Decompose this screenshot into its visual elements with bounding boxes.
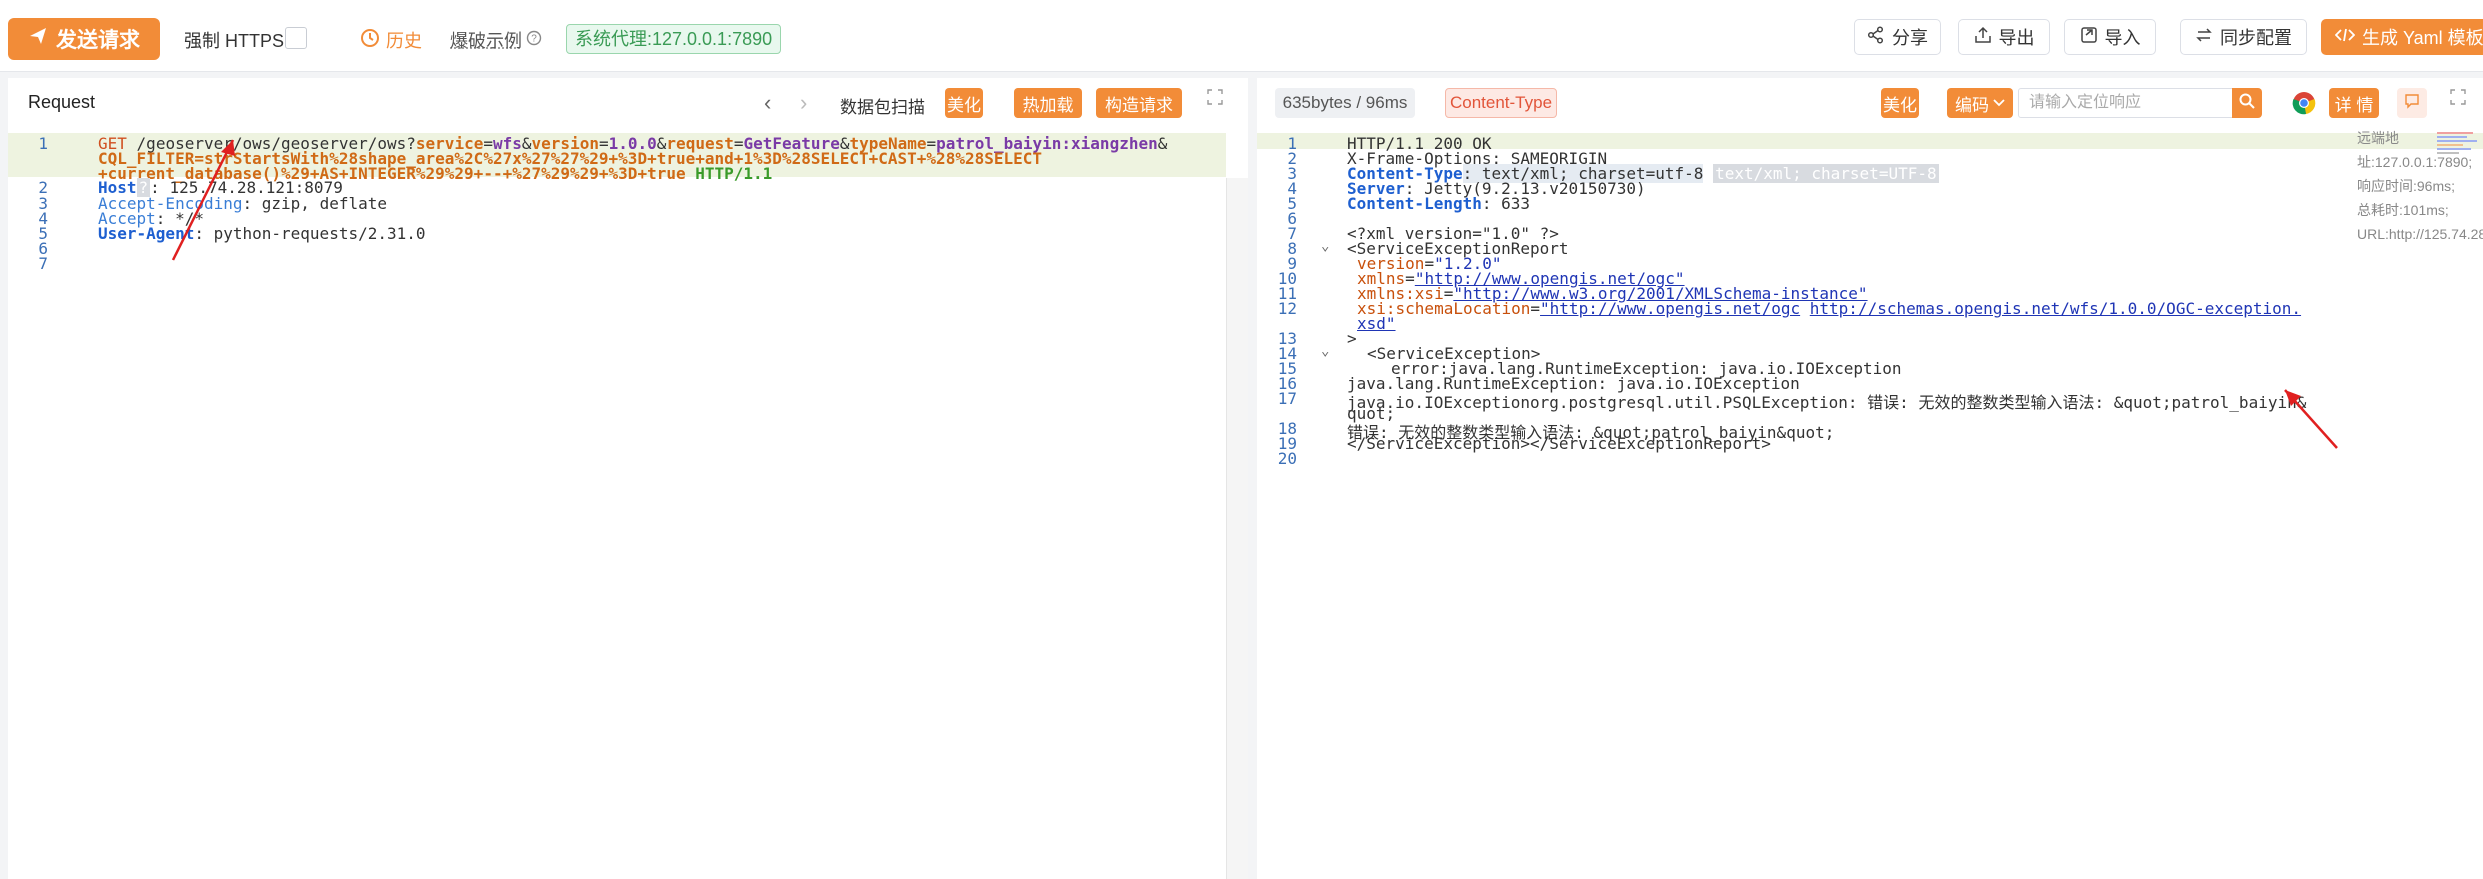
send-request-button[interactable]: 发送请求 bbox=[8, 18, 160, 60]
response-search-input[interactable]: 请输入定位响应 bbox=[2018, 88, 2240, 118]
import-icon bbox=[2080, 26, 2098, 49]
line-number: 20 bbox=[1277, 449, 1297, 468]
request-panel: Request ‹ › 数据包扫描 美化 热加载 构造请求 1 2 3 4 5 … bbox=[8, 78, 1248, 879]
chevron-left-icon[interactable]: ‹ bbox=[764, 90, 771, 116]
xml-attr-value[interactable]: http://schemas.opengis.net/wfs/1.0.0/OGC… bbox=[1810, 299, 2301, 318]
line-number: 17 bbox=[1277, 389, 1297, 408]
packet-scan-button[interactable]: 数据包扫描 bbox=[840, 93, 925, 118]
annotation-arrow bbox=[171, 139, 235, 261]
encoding-label: 编码 bbox=[1955, 95, 1989, 115]
response-panel-header: 635bytes / 96ms Content-Type 美化 编码 请输入定位… bbox=[1257, 78, 2483, 128]
search-icon bbox=[2239, 93, 2255, 114]
line-number: 12 bbox=[1277, 299, 1297, 318]
chevron-right-icon[interactable]: › bbox=[800, 90, 807, 116]
clock-icon bbox=[360, 28, 380, 53]
line-number: 7 bbox=[38, 254, 48, 273]
build-request-button[interactable]: 构造请求 bbox=[1096, 88, 1182, 118]
generate-yaml-label: 生成 Yaml 模板 bbox=[2362, 28, 2483, 48]
response-line-content-length: Content-Length: 633 bbox=[1347, 194, 1530, 213]
export-label: 导出 bbox=[1998, 28, 2035, 48]
examples-link[interactable]: 爆破示例 ? bbox=[450, 27, 542, 53]
force-https-label: 强制 HTTPS bbox=[184, 31, 285, 51]
chevron-down-icon bbox=[1993, 93, 2005, 113]
top-toolbar: 发送请求 强制 HTTPS 历史 爆破示例 ? 系统代理:127.0.0.1:7… bbox=[0, 0, 2483, 72]
response-viewer[interactable]: 远端地址:127.0.0.1:7890; 响应时间:96ms; 总耗时:101m… bbox=[1257, 128, 2483, 879]
header-value: : gzip, deflate bbox=[242, 194, 388, 213]
encoding-dropdown[interactable]: 编码 bbox=[1947, 88, 2013, 118]
xml-attr-line: xsi:schemaLocation="http://www.opengis.n… bbox=[1357, 299, 2302, 318]
line-number: 1 bbox=[38, 134, 48, 153]
sync-config-label: 同步配置 bbox=[2220, 28, 2292, 48]
header-value: : 633 bbox=[1481, 194, 1531, 213]
minimap bbox=[2437, 132, 2477, 154]
expand-response-icon[interactable] bbox=[2449, 88, 2467, 111]
send-icon bbox=[28, 26, 48, 52]
comment-icon bbox=[2404, 93, 2420, 114]
content-type-badge[interactable]: Content-Type bbox=[1445, 88, 1557, 118]
comment-button[interactable] bbox=[2397, 88, 2427, 118]
beautify-response-button[interactable]: 美化 bbox=[1881, 88, 1919, 118]
xml-attr-value[interactable]: "http://www.opengis.net/ogc bbox=[1540, 299, 1800, 318]
fold-chevron-icon[interactable]: ⌄ bbox=[1321, 238, 1329, 254]
xml-root-close-bracket: > bbox=[1347, 329, 1357, 348]
detail-button[interactable]: 详 情 bbox=[2329, 88, 2379, 118]
annotation-arrow bbox=[2284, 389, 2338, 449]
response-panel: 635bytes / 96ms Content-Type 美化 编码 请输入定位… bbox=[1257, 78, 2483, 879]
content-type-hint: text/xml; charset=UTF-8 bbox=[1713, 164, 1939, 183]
beautify-request-button[interactable]: 美化 bbox=[945, 88, 983, 118]
sync-config-button[interactable]: 同步配置 bbox=[2180, 19, 2307, 55]
help-circle-icon: ? bbox=[526, 30, 542, 51]
hot-load-button[interactable]: 热加载 bbox=[1014, 88, 1082, 118]
history-link[interactable]: 历史 bbox=[360, 27, 422, 53]
request-title: Request bbox=[28, 92, 96, 112]
import-button[interactable]: 导入 bbox=[2064, 19, 2156, 55]
chrome-icon[interactable] bbox=[2292, 91, 2316, 120]
request-editor[interactable]: 1 2 3 4 5 6 7 GET /geoserver/ows/geoserv… bbox=[8, 128, 1248, 879]
expand-icon[interactable] bbox=[1206, 88, 1224, 111]
share-icon bbox=[1867, 25, 1885, 49]
header-key: Content-Length bbox=[1347, 194, 1482, 213]
request-scrollbar[interactable] bbox=[1226, 178, 1248, 879]
export-icon bbox=[1974, 26, 1992, 49]
response-size-badge: 635bytes / 96ms bbox=[1275, 88, 1415, 118]
xml-root-close: </ServiceException></ServiceExceptionRep… bbox=[1347, 434, 1771, 453]
xml-attr-value-cont[interactable]: xsd" bbox=[1357, 314, 1396, 333]
force-https-checkbox[interactable] bbox=[285, 27, 307, 49]
code-icon bbox=[2334, 27, 2356, 48]
examples-label: 爆破示例 bbox=[450, 31, 522, 51]
history-label: 历史 bbox=[386, 31, 422, 51]
send-request-label: 发送请求 bbox=[56, 29, 140, 52]
import-label: 导入 bbox=[2104, 28, 2141, 48]
sync-icon bbox=[2195, 26, 2213, 49]
share-button[interactable]: 分享 bbox=[1854, 19, 1941, 55]
request-line-user-agent: User-Agent: python-requests/2.31.0 bbox=[98, 224, 426, 243]
proxy-badge: 系统代理:127.0.0.1:7890 bbox=[566, 24, 782, 54]
share-label: 分享 bbox=[1892, 28, 1928, 48]
search-button[interactable] bbox=[2232, 88, 2262, 118]
generate-yaml-button[interactable]: 生成 Yaml 模板 bbox=[2321, 19, 2483, 55]
request-panel-header: Request ‹ › 数据包扫描 美化 热加载 构造请求 bbox=[8, 78, 1248, 128]
fold-chevron-icon[interactable]: ⌄ bbox=[1321, 343, 1329, 359]
svg-text:?: ? bbox=[531, 33, 537, 44]
export-button[interactable]: 导出 bbox=[1958, 19, 2050, 55]
xml-error-line: java.io.IOExceptionorg.postgresql.util.P… bbox=[1347, 393, 2307, 412]
http-protocol: HTTP/1.1 bbox=[695, 164, 773, 183]
param-amp: & bbox=[1157, 134, 1168, 153]
